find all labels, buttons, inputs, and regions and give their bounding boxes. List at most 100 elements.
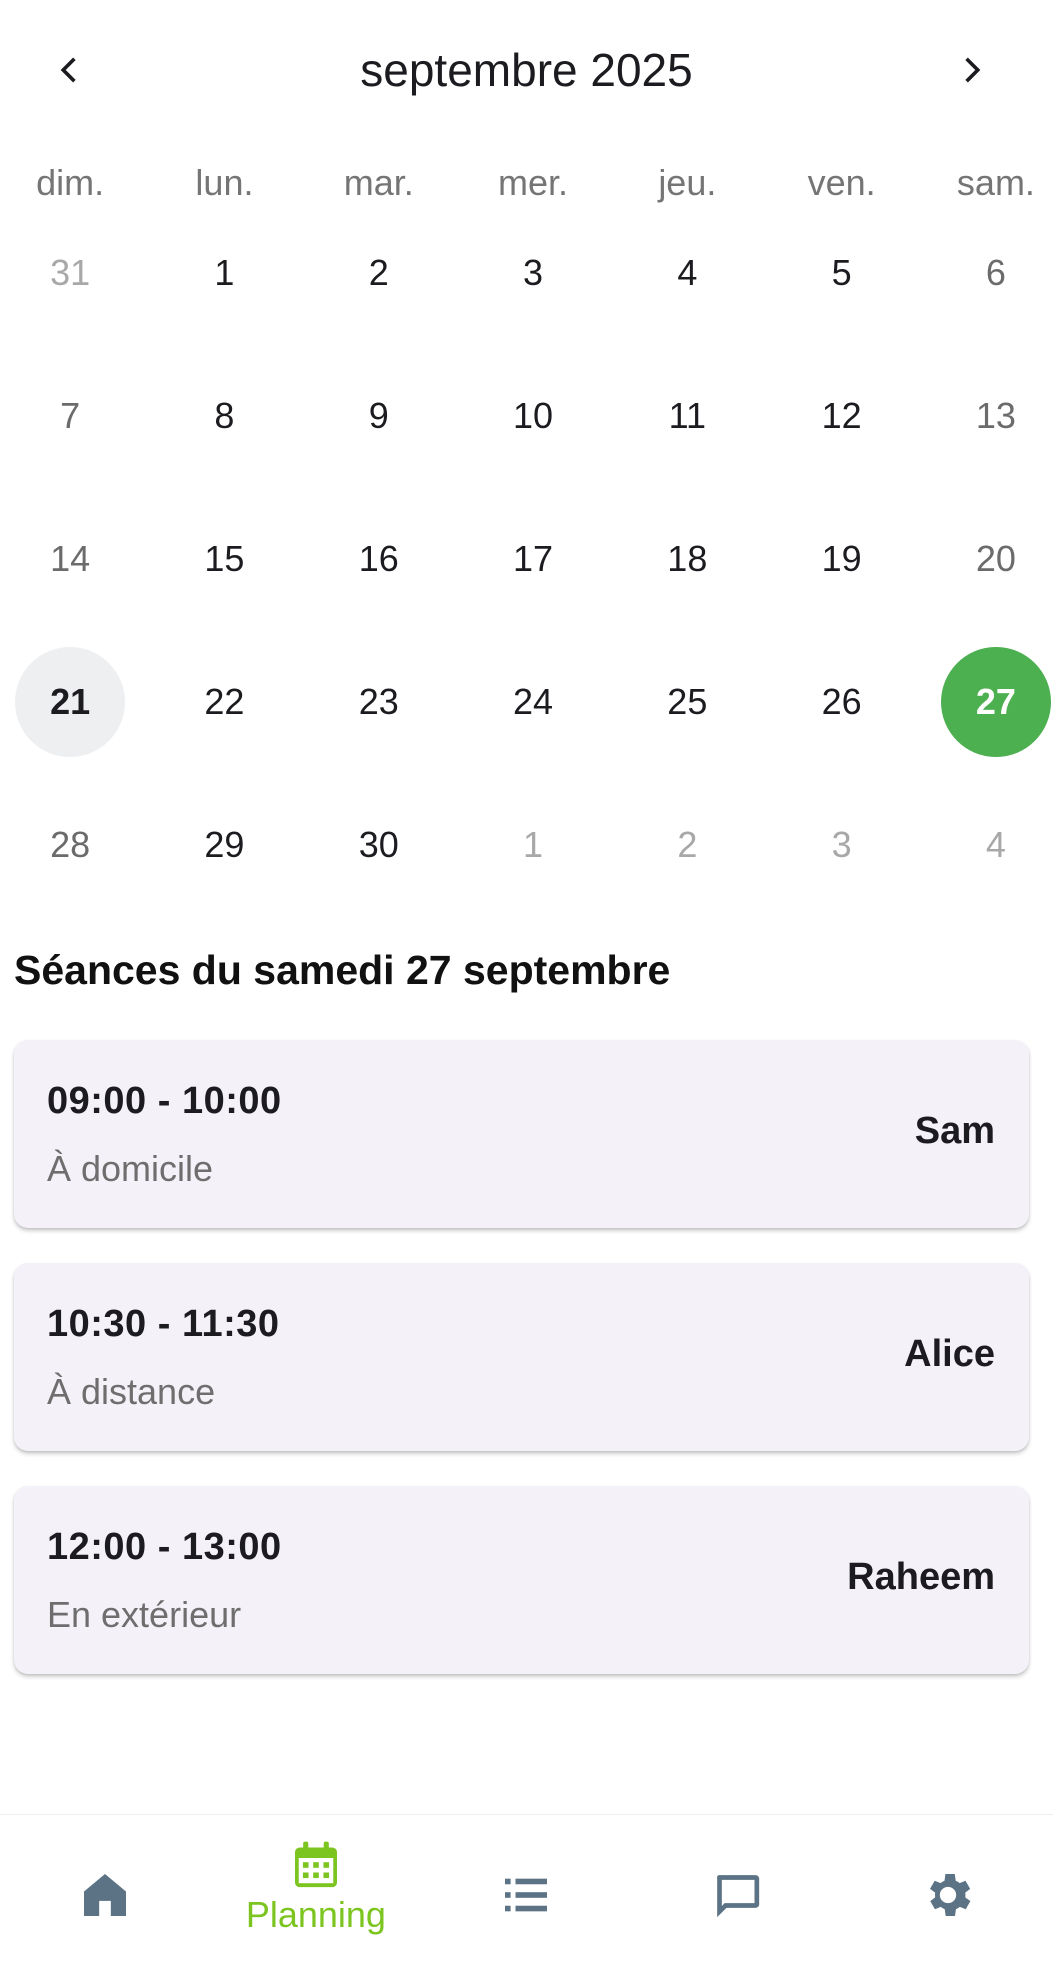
calendar-icon [294, 1841, 337, 1888]
calendar-day[interactable]: 4 [919, 787, 1053, 902]
calendar-day-today[interactable]: 21 [0, 644, 147, 759]
weekday-label: dim. [36, 162, 105, 203]
calendar-day[interactable]: 4 [610, 215, 764, 330]
calendar-day[interactable]: 16 [302, 501, 456, 616]
calendar-day[interactable]: 24 [456, 644, 610, 759]
day-number: 11 [668, 394, 707, 436]
calendar-day[interactable]: 2 [302, 215, 456, 330]
bottom-navigation: Planning [0, 1814, 1053, 1975]
list-icon [505, 1878, 548, 1912]
calendar-day[interactable]: 29 [147, 787, 301, 902]
calendar-day[interactable]: 13 [919, 358, 1053, 473]
day-number: 17 [513, 537, 554, 579]
session-client: Sam [914, 1110, 995, 1152]
day-number: 12 [821, 394, 862, 436]
day-number: 10 [513, 394, 554, 436]
calendar-day[interactable]: 7 [0, 358, 147, 473]
day-number: 2 [368, 251, 389, 293]
calendar-day[interactable]: 8 [147, 358, 301, 473]
calendar-day[interactable]: 3 [456, 215, 610, 330]
day-number: 26 [821, 680, 862, 722]
session-card[interactable]: 09:00 - 10:00 À domicile Sam [14, 1040, 1029, 1228]
home-icon [84, 1874, 127, 1916]
day-number: 28 [50, 823, 91, 865]
calendar-day[interactable]: 6 [919, 215, 1053, 330]
session-card[interactable]: 10:30 - 11:30 À distance Alice [14, 1263, 1029, 1451]
calendar-day[interactable]: 22 [147, 644, 301, 759]
calendar-day[interactable]: 1 [456, 787, 610, 902]
weekday-label: lun. [195, 162, 254, 203]
day-number: 1 [214, 251, 235, 293]
day-number: 24 [513, 680, 554, 722]
nav-planning-label: Planning [245, 1894, 386, 1935]
weekday-label: jeu. [658, 162, 717, 203]
calendar-day[interactable]: 10 [456, 358, 610, 473]
calendar-day[interactable]: 3 [764, 787, 918, 902]
nav-messages[interactable] [632, 1815, 843, 1975]
day-number: 15 [204, 537, 245, 579]
day-number: 6 [985, 251, 1006, 293]
calendar-day[interactable]: 15 [147, 501, 301, 616]
day-number: 7 [60, 394, 81, 436]
calendar-day[interactable]: 11 [610, 358, 764, 473]
session-location: À domicile [47, 1148, 214, 1189]
calendar-day[interactable]: 30 [302, 787, 456, 902]
calendar-day[interactable]: 14 [0, 501, 147, 616]
day-number: 23 [358, 680, 399, 722]
day-number: 8 [214, 394, 235, 436]
calendar-header: septembre 2025 [0, 0, 1053, 140]
calendar-day[interactable]: 20 [919, 501, 1053, 616]
calendar-day[interactable]: 2 [610, 787, 764, 902]
session-card[interactable]: 12:00 - 13:00 En extérieur Raheem [14, 1486, 1029, 1674]
calendar-day[interactable]: 28 [0, 787, 147, 902]
calendar-day[interactable]: 26 [764, 644, 918, 759]
day-number: 30 [358, 823, 399, 865]
day-number: 13 [975, 394, 1016, 436]
day-number: 4 [677, 251, 698, 293]
day-number: 21 [15, 646, 126, 757]
calendar-day[interactable]: 1 [147, 215, 301, 330]
calendar-day[interactable]: 19 [764, 501, 918, 616]
calendar-day[interactable]: 12 [764, 358, 918, 473]
calendar-day[interactable]: 25 [610, 644, 764, 759]
day-number: 16 [358, 537, 399, 579]
nav-planning[interactable]: Planning [211, 1815, 422, 1975]
day-number: 31 [50, 251, 91, 293]
day-number: 19 [821, 537, 862, 579]
calendar-day[interactable]: 5 [764, 215, 918, 330]
session-time: 12:00 - 13:00 [47, 1526, 282, 1568]
nav-settings[interactable] [842, 1815, 1053, 1975]
weekday-label: sam. [956, 162, 1035, 203]
day-number: 22 [204, 680, 245, 722]
month-title: septembre 2025 [360, 44, 693, 96]
day-number: 2 [677, 823, 698, 865]
session-client: Alice [904, 1333, 995, 1375]
weekday-label: ven. [807, 162, 876, 203]
nav-home[interactable] [0, 1815, 211, 1975]
day-number: 3 [831, 823, 852, 865]
calendar-day-selected[interactable]: 27 [919, 644, 1053, 759]
next-month-button[interactable] [943, 40, 1003, 100]
day-number: 5 [831, 251, 852, 293]
day-number: 14 [50, 537, 91, 579]
day-number: 9 [368, 394, 389, 436]
chevron-right-icon [965, 57, 981, 83]
weekday-label: mar. [343, 162, 414, 203]
session-location: À distance [47, 1371, 216, 1412]
day-number: 25 [667, 680, 708, 722]
calendar-grid: 31 1 2 3 4 5 6 7 8 9 10 11 12 13 14 15 1… [0, 215, 1053, 930]
sessions-list: 09:00 - 10:00 À domicile Sam 10:30 - 11:… [14, 1040, 1029, 1709]
weekday-header-row: dim. lun. mar. mer. jeu. ven. sam. [0, 158, 1046, 208]
nav-list[interactable] [421, 1815, 632, 1975]
day-number: 18 [667, 537, 708, 579]
session-client: Raheem [847, 1556, 995, 1598]
session-time: 10:30 - 11:30 [47, 1303, 280, 1345]
calendar-day[interactable]: 23 [302, 644, 456, 759]
day-number: 3 [523, 251, 544, 293]
calendar-day[interactable]: 17 [456, 501, 610, 616]
calendar-day[interactable]: 18 [610, 501, 764, 616]
calendar-day[interactable]: 31 [0, 215, 147, 330]
calendar-day[interactable]: 9 [302, 358, 456, 473]
session-location: En extérieur [47, 1594, 242, 1635]
weekday-label: mer. [498, 162, 569, 203]
